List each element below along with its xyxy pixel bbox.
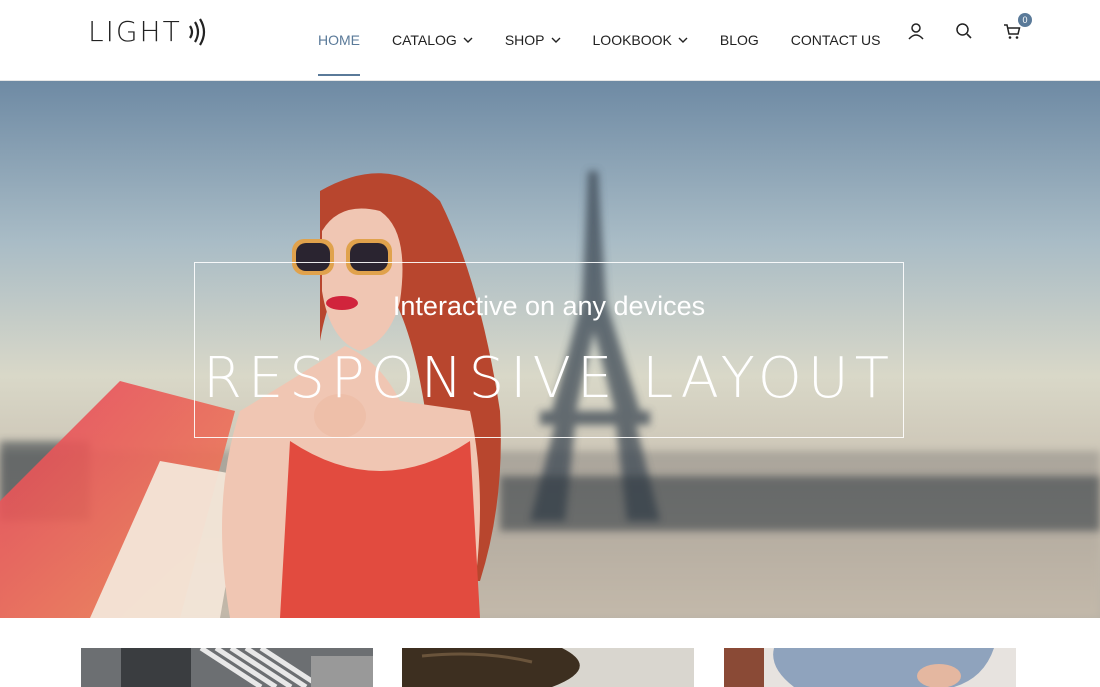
sound-waves-icon bbox=[188, 18, 205, 46]
search-icon[interactable] bbox=[954, 21, 974, 41]
nav-item-label: CONTACT US bbox=[790, 32, 881, 48]
nav-item-blog[interactable]: BLOG bbox=[720, 0, 759, 80]
chevron-down-icon bbox=[463, 37, 473, 43]
hero-title: RESPONSIVE LAYOUT bbox=[203, 346, 895, 411]
nav-item-label: SHOP bbox=[504, 32, 545, 48]
hero-banner[interactable]: Interactive on any devices RESPONSIVE LA… bbox=[0, 81, 1100, 618]
main-nav: HOME CATALOG SHOP LOOKBOOK BLOG CONTACT … bbox=[318, 0, 913, 80]
product-grid bbox=[0, 618, 1100, 687]
nav-item-home[interactable]: HOME bbox=[318, 0, 360, 80]
chevron-down-icon bbox=[678, 37, 688, 43]
logo-text: LIGHT bbox=[88, 15, 182, 48]
nav-item-catalog[interactable]: CATALOG bbox=[392, 0, 473, 80]
nav-item-lookbook[interactable]: LOOKBOOK bbox=[593, 0, 688, 80]
hero-subtitle: Interactive on any devices bbox=[392, 291, 706, 321]
product-thumb-3[interactable] bbox=[724, 648, 1016, 687]
nav-item-contact-us[interactable]: CONTACT US bbox=[791, 0, 881, 80]
product-image bbox=[81, 648, 373, 687]
header-icons: 0 bbox=[906, 13, 1032, 42]
user-icon[interactable] bbox=[906, 21, 926, 41]
cart-icon[interactable]: 0 bbox=[1002, 13, 1032, 41]
product-thumb-1[interactable] bbox=[81, 648, 373, 687]
nav-item-label: CATALOG bbox=[392, 32, 457, 48]
hero-text-box: Interactive on any devices RESPONSIVE LA… bbox=[194, 262, 904, 438]
nav-item-label: BLOG bbox=[719, 32, 759, 48]
nav-item-label: HOME bbox=[318, 32, 360, 48]
product-image bbox=[724, 648, 1016, 687]
site-header: LIGHT HOME CATALOG SHOP LOOKBOOK BLOG CO… bbox=[0, 0, 1100, 81]
chevron-down-icon bbox=[551, 37, 561, 43]
product-thumb-2[interactable] bbox=[402, 648, 694, 687]
product-image bbox=[402, 648, 694, 687]
nav-item-shop[interactable]: SHOP bbox=[505, 0, 561, 80]
cart-count-badge: 0 bbox=[1018, 13, 1032, 27]
nav-item-label: LOOKBOOK bbox=[592, 32, 672, 48]
logo[interactable]: LIGHT bbox=[88, 16, 208, 48]
